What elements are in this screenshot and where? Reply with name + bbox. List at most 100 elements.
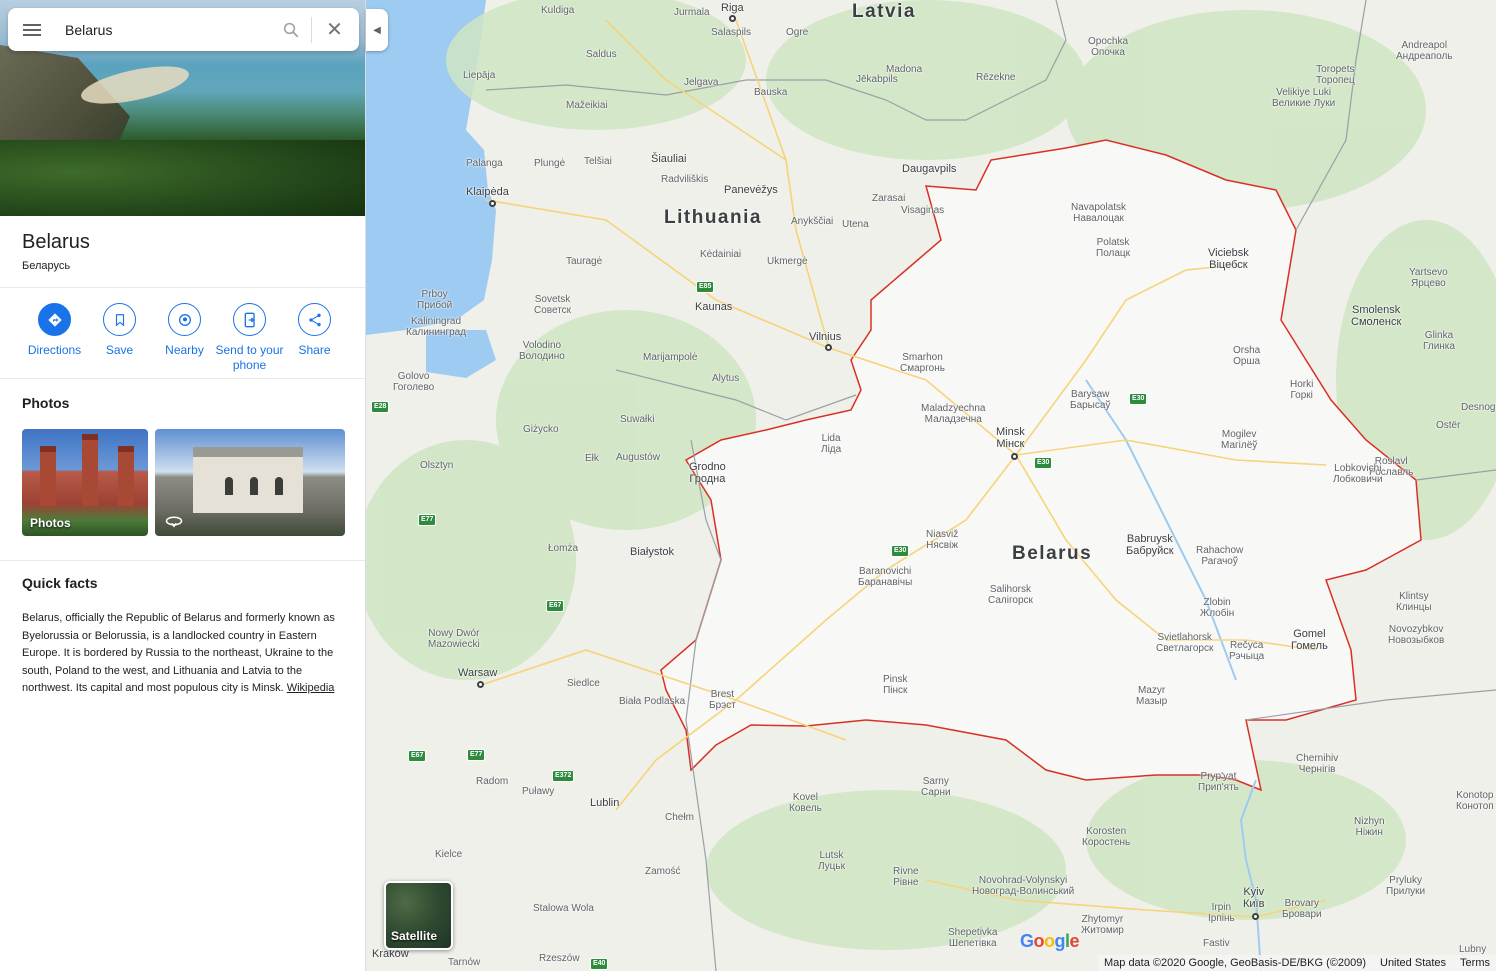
- map-label-city: Pinsk Пінск: [883, 674, 908, 696]
- map-label-city: Gomel Гомель: [1291, 628, 1328, 652]
- map-label-city: Mogilev Магілёў: [1221, 429, 1258, 451]
- map-attribution: Map data ©2020 Google, GeoBasis-DE/BKG (…: [1103, 957, 1366, 969]
- map-label-city: Bauska: [754, 87, 788, 98]
- map-label-city: Brovary Бровари: [1282, 898, 1322, 920]
- map-label-city: Marijampolė: [643, 352, 698, 363]
- map-label-city: Jelgava: [684, 77, 719, 88]
- map-city-marker[interactable]: [489, 200, 496, 207]
- photos-heading: Photos: [22, 395, 70, 411]
- region-link[interactable]: United States: [1380, 957, 1446, 969]
- map-city-marker[interactable]: [477, 681, 484, 688]
- map-city-marker[interactable]: [1252, 913, 1259, 920]
- send-to-phone-button[interactable]: Send to your phone: [215, 303, 284, 373]
- search-box: ✕: [8, 8, 359, 51]
- divider: [0, 560, 365, 561]
- photo-thumbnail-360[interactable]: [155, 429, 345, 536]
- map-label-city: Alytus: [712, 373, 740, 384]
- road-shield: E40: [590, 958, 609, 970]
- road-shield: E28: [371, 401, 390, 413]
- send-to-phone-label: Send to your phone: [215, 343, 284, 372]
- map-city-marker[interactable]: [825, 344, 832, 351]
- map-label-city: Barysaw Барысаў: [1070, 389, 1111, 411]
- map-label-city: Grodno Гродна: [689, 461, 726, 485]
- map-label-city: Minsk Мінск: [996, 426, 1025, 450]
- map-label-city: Liepāja: [463, 70, 496, 81]
- map-label-city: Svietlahorsk Светлагорск: [1156, 632, 1214, 654]
- map-label-city: Białystok: [630, 546, 675, 558]
- map-label-city: Rivne Рівне: [893, 866, 919, 888]
- panorama-360-icon: [165, 516, 183, 528]
- map-label-city: Irpin Ірпінь: [1208, 902, 1235, 924]
- nearby-button[interactable]: Nearby: [152, 303, 217, 373]
- map-label-city: Vilnius: [809, 331, 842, 343]
- map-label-city: Radom: [476, 776, 509, 787]
- map-label-city: Polatsk Полацк: [1096, 237, 1131, 259]
- map-label-city: Jurmala: [674, 7, 710, 18]
- map-label-city: Visaginas: [901, 205, 945, 216]
- map-label-city: Kovel Ковель: [789, 792, 822, 814]
- map-label-city: Pryp'yat Прип'ять: [1198, 771, 1239, 793]
- directions-button[interactable]: Directions: [22, 303, 87, 373]
- wikipedia-link[interactable]: Wikipedia: [287, 682, 335, 694]
- map-label-city: Radviliškis: [661, 174, 709, 185]
- map-label-belarus-country: Belarus: [1012, 543, 1093, 564]
- search-input[interactable]: [65, 21, 271, 38]
- road-shield: E77: [467, 749, 486, 761]
- google-logo: Google: [1020, 931, 1080, 951]
- terms-link[interactable]: Terms: [1460, 957, 1490, 969]
- map-label-city: Lida Ліда: [821, 433, 842, 455]
- menu-icon[interactable]: [8, 8, 56, 51]
- map-footer: Map data ©2020 Google, GeoBasis-DE/BKG (…: [1097, 955, 1496, 971]
- map-label-city: Yartsevo Ярцево: [1409, 267, 1448, 289]
- map-label-city: Smolensk Смоленск: [1351, 304, 1402, 328]
- map-label-city: Kyiv Київ: [1243, 886, 1265, 910]
- action-bar: Directions Save Nearby Send to your phon…: [22, 303, 347, 373]
- caret-left-icon: ◀: [373, 24, 381, 36]
- map-city-marker-capital[interactable]: [1011, 453, 1018, 460]
- map-canvas[interactable]: Latvia Lithuania Belarus Kuldiga Jurmala…: [366, 0, 1496, 971]
- map-label-city: Chernihiv Чернігів: [1296, 753, 1339, 775]
- satellite-label: Satellite: [391, 929, 438, 943]
- map-label-city: Siedlce: [567, 678, 600, 689]
- directions-label: Directions: [27, 343, 82, 357]
- map-label-city: Telšiai: [584, 156, 612, 167]
- map-label-city: Salaspils: [711, 27, 752, 38]
- search-icon[interactable]: [271, 21, 311, 39]
- map-label-city: Olsztyn: [420, 460, 454, 471]
- map-label-city: Jēkabpils: [856, 74, 898, 85]
- road-shield: E30: [1034, 457, 1053, 469]
- map-label-city: Mazyr Мазыр: [1136, 685, 1168, 707]
- road-shield: E77: [418, 514, 437, 526]
- map-label-city: Łomża: [548, 543, 579, 554]
- map-label-city: Zamość: [645, 866, 681, 877]
- map-label-city: Panevėžys: [724, 184, 778, 196]
- map-label-city: Ełk: [585, 453, 599, 464]
- save-label: Save: [105, 343, 134, 357]
- share-button[interactable]: Share: [282, 303, 347, 373]
- save-button[interactable]: Save: [87, 303, 152, 373]
- directions-icon: [47, 312, 62, 327]
- collapse-panel-button[interactable]: ◀: [366, 9, 388, 51]
- close-icon[interactable]: ✕: [312, 17, 357, 42]
- map-label-city: Utena: [842, 219, 869, 230]
- map-label-city: Fastiv: [1203, 938, 1230, 949]
- photo-thumbnail[interactable]: Photos: [22, 429, 148, 536]
- map-label-city: Kielce: [435, 849, 463, 860]
- map-label-city: Tauragė: [566, 256, 603, 267]
- map-label-city: Suwałki: [620, 414, 655, 425]
- map-label-city: Rēzekne: [976, 72, 1016, 83]
- map-label-city: Smarhon Смаргонь: [900, 352, 945, 374]
- place-panel: ✕ Belarus Беларусь Directions Save Nearb…: [0, 0, 366, 971]
- map-label-city: Horki Горкі: [1290, 379, 1314, 401]
- map-label-city: Salihorsk Салігорск: [988, 584, 1033, 606]
- map-label-city: Andreapol Андреаполь: [1396, 40, 1453, 62]
- map-label-city: Tarnów: [448, 957, 481, 968]
- map-label-city: Rzeszów: [539, 953, 580, 964]
- map-label-city: Nizhyn Ніжин: [1354, 816, 1385, 838]
- map-label-city: Pryluky Прилуки: [1386, 875, 1426, 897]
- map-city-marker[interactable]: [729, 15, 736, 22]
- map-label-city: Volodino Володино: [519, 340, 565, 362]
- map-label-city: Viciebsk Віцебск: [1208, 247, 1249, 271]
- satellite-toggle[interactable]: Satellite: [384, 881, 453, 950]
- nearby-label: Nearby: [165, 343, 204, 357]
